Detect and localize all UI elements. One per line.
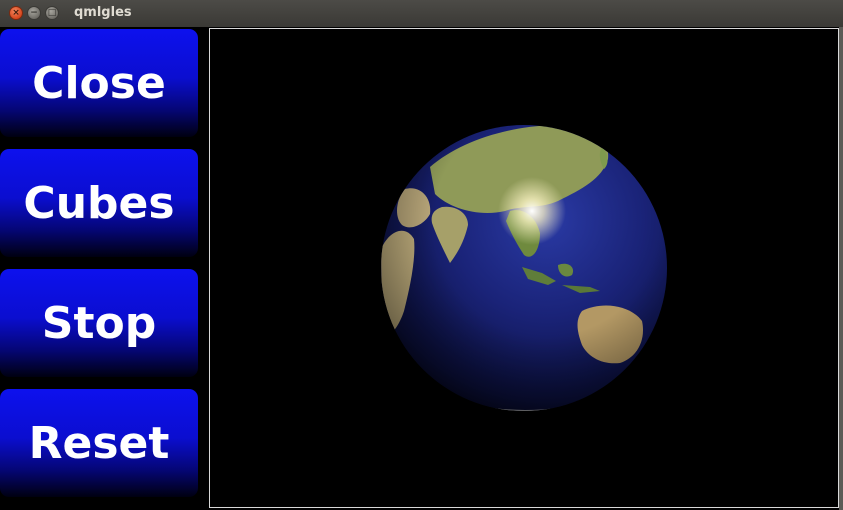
window-edge [839, 27, 843, 510]
cubes-button[interactable]: Cubes [0, 149, 198, 257]
window-close-button[interactable]: × [9, 6, 23, 20]
gl-viewport[interactable] [209, 28, 839, 508]
maximize-icon: □ [47, 8, 57, 18]
window-titlebar[interactable]: × − □ qmlgles [0, 0, 843, 27]
close-button[interactable]: Close [0, 29, 198, 137]
minimize-icon: − [30, 8, 38, 18]
reset-button[interactable]: Reset [0, 389, 198, 497]
earth-globe [381, 125, 667, 411]
window-maximize-button[interactable]: □ [45, 6, 59, 20]
stop-button[interactable]: Stop [0, 269, 198, 377]
close-icon: × [12, 8, 20, 18]
window-title: qmlgles [74, 5, 132, 20]
window-minimize-button[interactable]: − [27, 6, 41, 20]
app-client-area: Close Cubes Stop Reset [0, 27, 843, 510]
